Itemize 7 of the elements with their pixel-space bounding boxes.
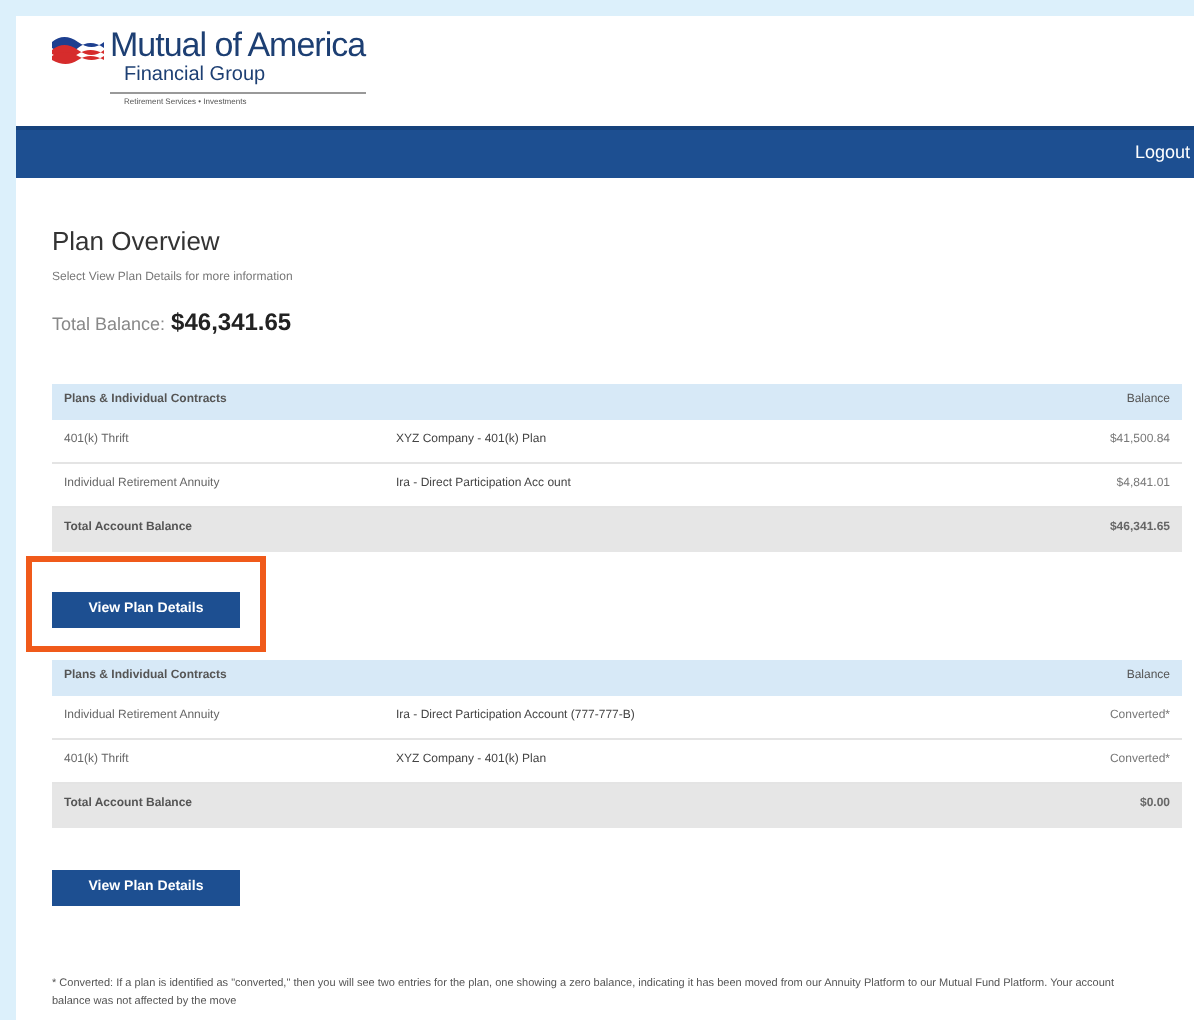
total-balance-label: Total Balance: bbox=[52, 311, 166, 337]
logout-link[interactable]: Logout bbox=[1134, 140, 1190, 168]
total-balance-value: $46,341.65 bbox=[171, 305, 292, 339]
logo-name: Mutual of America bbox=[110, 28, 366, 64]
flag-logo-icon bbox=[52, 32, 104, 64]
logo-subname: Financial Group bbox=[122, 64, 268, 86]
page-title: Plan Overview bbox=[52, 224, 222, 260]
